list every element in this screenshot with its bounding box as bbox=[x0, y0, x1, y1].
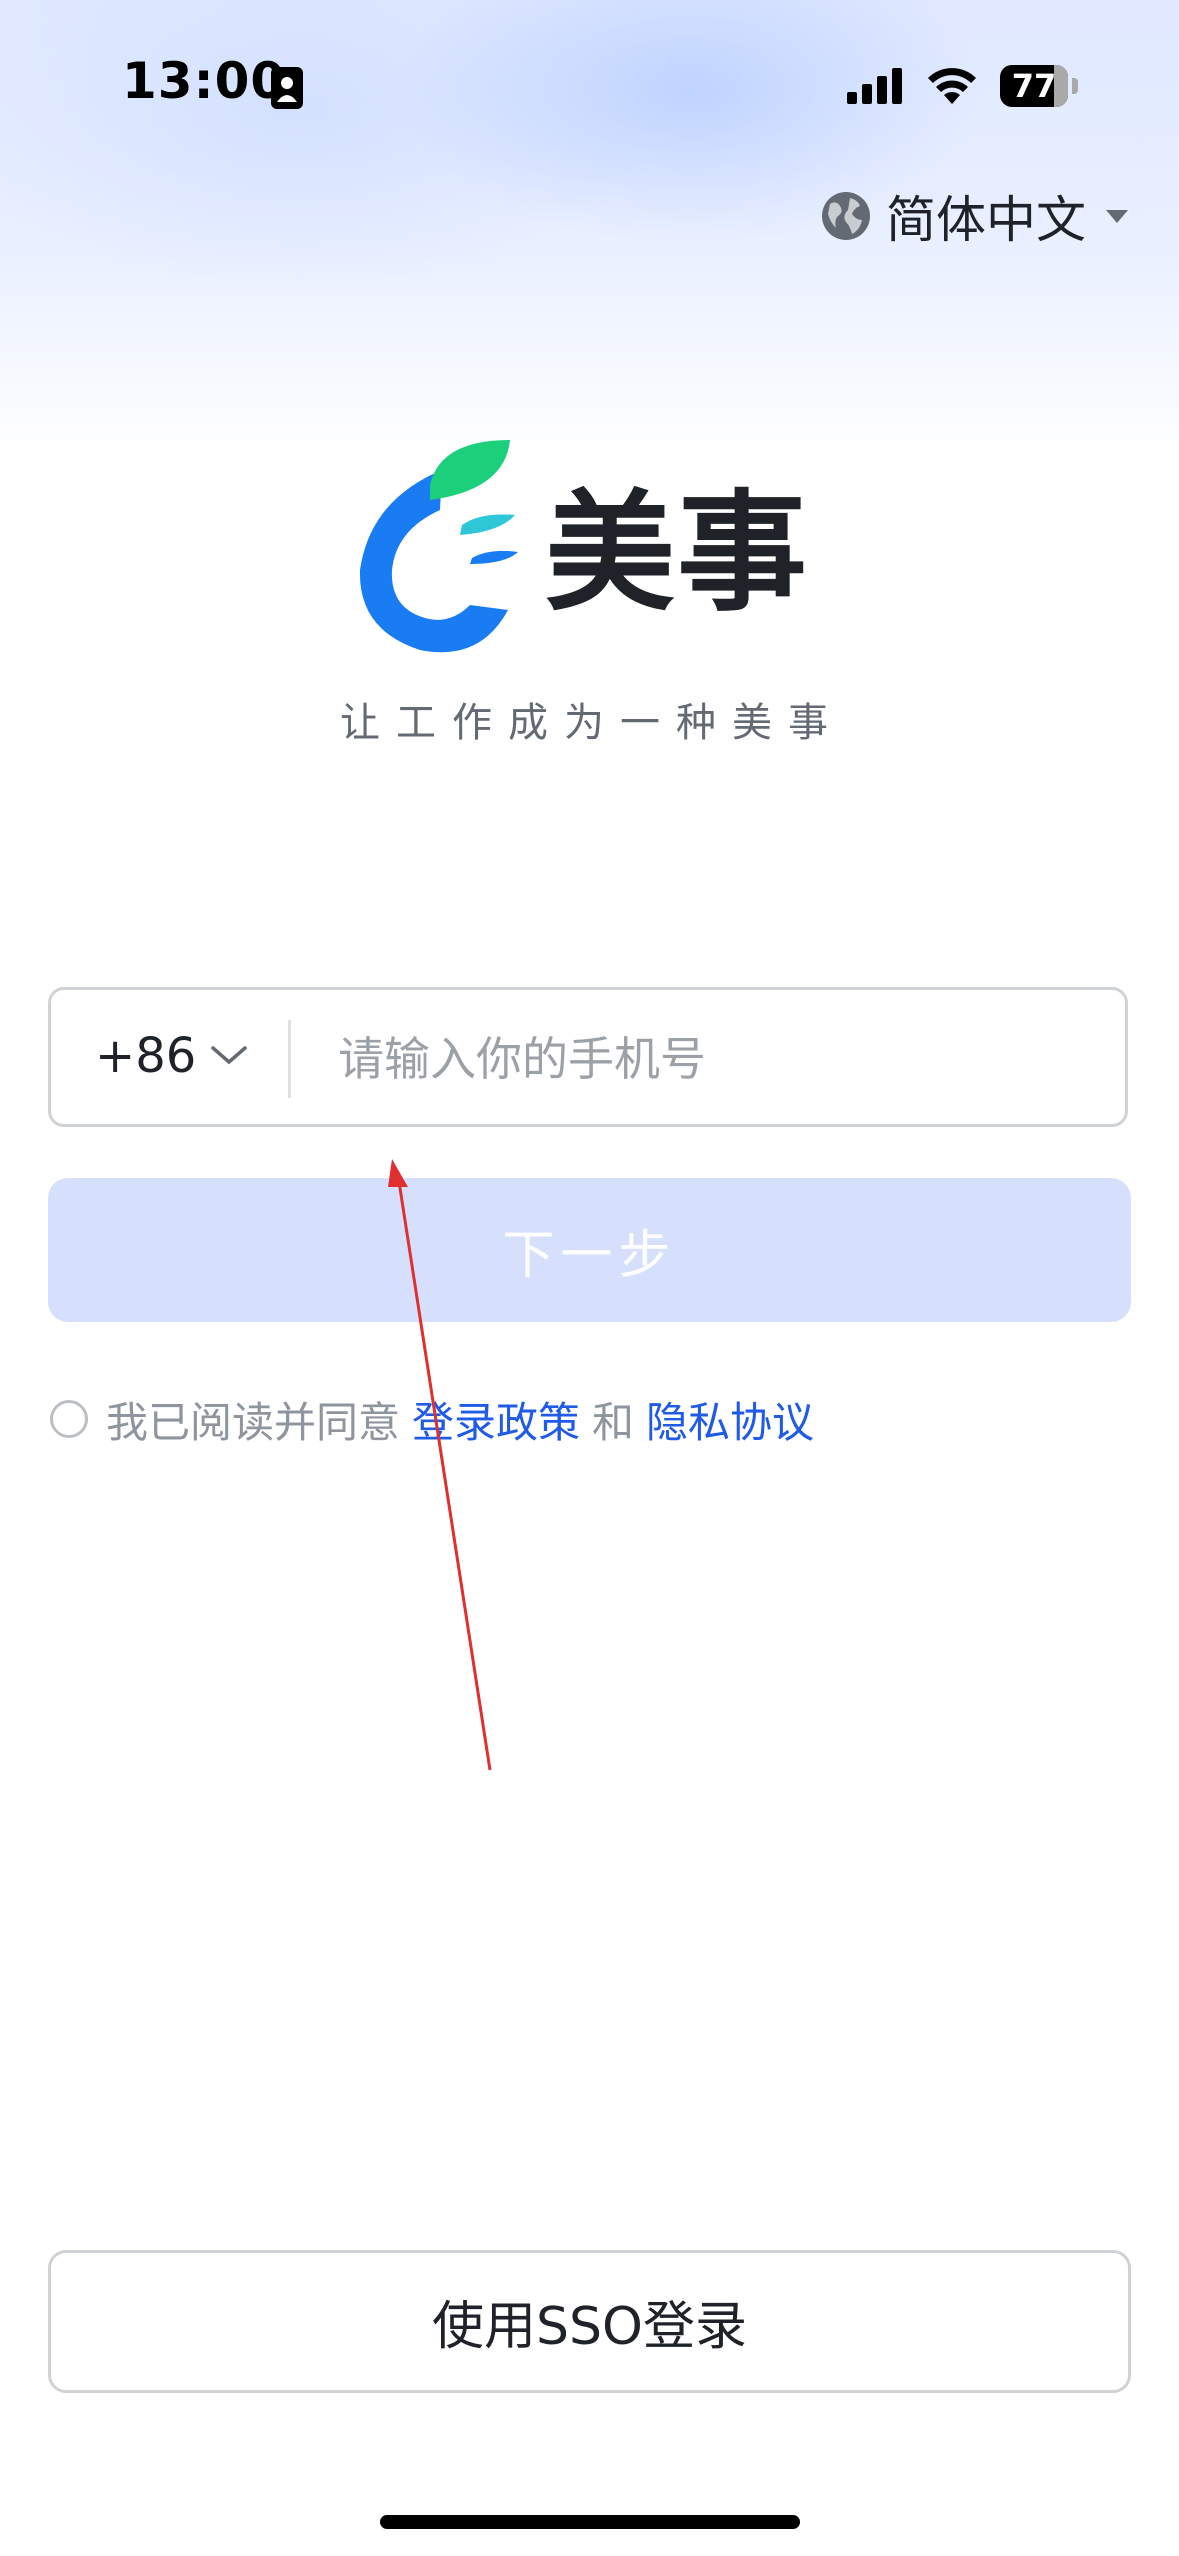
language-label: 简体中文 bbox=[886, 191, 1086, 249]
language-switcher[interactable]: 简体中文 bbox=[820, 184, 1130, 249]
agreement-checkbox[interactable] bbox=[50, 1400, 88, 1438]
globe-icon bbox=[822, 192, 870, 240]
next-step-button[interactable]: 下一步 bbox=[48, 1178, 1131, 1322]
sso-login-button[interactable]: 使用SSO登录 bbox=[48, 2250, 1131, 2393]
cellular-signal-icon bbox=[847, 68, 902, 104]
wifi-icon bbox=[928, 68, 976, 104]
annotation-arrow bbox=[388, 1159, 492, 1771]
agreement-and: 和 bbox=[592, 1397, 635, 1447]
phone-input[interactable] bbox=[336, 1018, 1100, 1100]
status-time: 13:00 bbox=[122, 52, 287, 110]
phone-field: +86 bbox=[48, 987, 1128, 1127]
agreement-prefix: 我已阅读并同意 bbox=[106, 1397, 401, 1447]
field-divider bbox=[288, 1020, 291, 1098]
country-code-selector[interactable]: +86 bbox=[95, 1028, 196, 1084]
brand-slogan: 让工作成为一种美事 bbox=[340, 700, 844, 746]
caret-down-icon bbox=[1106, 210, 1128, 223]
meishi-logo-icon bbox=[359, 440, 518, 653]
contact-card-icon bbox=[271, 67, 303, 109]
battery-cap bbox=[1072, 78, 1078, 94]
battery-indicator: 77 bbox=[1000, 65, 1068, 107]
brand-name: 美事 bbox=[545, 477, 810, 629]
home-indicator[interactable] bbox=[380, 2515, 800, 2529]
chevron-down-icon[interactable] bbox=[209, 1042, 249, 1068]
privacy-policy-link[interactable]: 隐私协议 bbox=[646, 1389, 814, 1450]
